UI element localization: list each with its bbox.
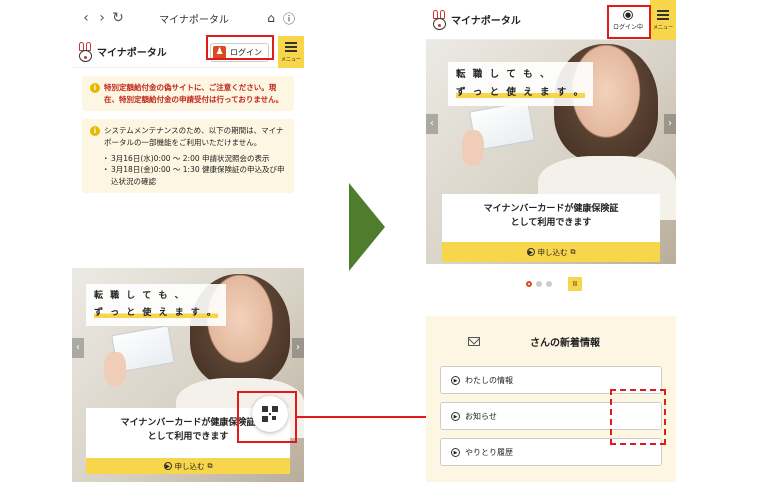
mynaportal-mascot-icon (78, 41, 94, 62)
campaign-banner[interactable]: 転 職 し て も 、 ず っ と 使 え ま す 。 ‹ › マイナンバーカー… (72, 268, 304, 482)
menu-label: メニュー (652, 24, 673, 31)
apply-button[interactable]: ▶ 申し込む ⧉ (442, 242, 660, 262)
news-item-label: わたしの情報 (465, 375, 513, 385)
maintenance-notice: i システムメンテナンスのため、以下の期間は、マイナポータルの一部機能をご利用い… (82, 119, 294, 194)
qr-target-dashed-box (610, 389, 666, 445)
transition-arrow-icon (349, 183, 385, 271)
qr-highlight-box (237, 391, 297, 443)
banner-caption: マイナンバーカードが健康保険証 として利用できます (442, 194, 660, 242)
info-icon[interactable]: ⓘ (280, 10, 298, 27)
apply-button[interactable]: ▶ 申し込む ⧉ (86, 458, 290, 474)
play-circle-icon: ▶ (451, 447, 460, 457)
play-circle-icon: ▶ (451, 375, 460, 385)
news-item-label: やりとり履歴 (465, 447, 513, 457)
carousel-prev-icon[interactable]: ‹ (72, 338, 84, 358)
carousel-next-icon[interactable]: › (292, 338, 304, 358)
external-window-icon: ⧉ (570, 247, 576, 256)
site-logo[interactable]: マイナポータル (432, 9, 521, 30)
menu-label: メニュー (280, 56, 301, 63)
apply-label: 申し込む (174, 461, 205, 471)
login-highlight-box (206, 35, 274, 60)
list-item: 3月16日(水)0:00 〜 2:00 申請状況照会の表示 (102, 153, 288, 165)
apply-label: 申し込む (537, 247, 568, 257)
info-icon: i (90, 83, 100, 93)
home-icon[interactable]: ⌂ (262, 11, 280, 25)
back-icon[interactable]: ‹ (78, 10, 94, 26)
carousel-dot[interactable] (546, 281, 552, 287)
logo-text: マイナポータル (451, 16, 521, 27)
mynaportal-mascot-icon (432, 9, 448, 30)
reload-icon[interactable]: ↻ (110, 10, 126, 26)
fraud-alert-notice: i 特別定額給付金の偽サイトに、ご注意ください。現在、特別定額給付金の申請受付は… (82, 76, 294, 112)
menu-button[interactable]: メニュー (650, 0, 676, 40)
news-title: さんの新着情報 (530, 337, 600, 349)
banner-catchphrase: 転 職 し て も 、 ず っ と 使 え ま す 。 (86, 284, 226, 327)
carousel-pagination: II (526, 277, 582, 291)
menu-button[interactable]: メニュー (278, 36, 304, 68)
browser-title: マイナポータル (159, 14, 229, 26)
info-icon: i (90, 126, 100, 137)
alert-text: 特別定額給付金の偽サイトに、ご注意ください。現在、特別定額給付金の申請受付は行っ… (104, 83, 284, 104)
news-item-label: お知らせ (465, 411, 497, 421)
browser-toolbar: ‹ › ↻ マイナポータル ⌂ ⓘ (72, 0, 304, 36)
list-item: 3月18日(金)0:00 〜 1:30 健康保険証の申込及び申込状況の確認 (102, 164, 288, 187)
logo-text: マイナポータル (97, 48, 167, 59)
carousel-next-icon[interactable]: › (664, 114, 676, 134)
banner-catchphrase: 転 職 し て も 、 ず っ と 使 え ま す 。 (448, 62, 594, 107)
external-window-icon: ⧉ (207, 461, 213, 470)
mail-icon (468, 336, 480, 346)
pause-button[interactable]: II (568, 277, 582, 291)
carousel-dot[interactable] (536, 281, 542, 287)
carousel-dot[interactable] (526, 281, 532, 287)
campaign-banner[interactable]: 転 職 し て も 、 ず っ と 使 え ま す 。 ‹ › マイナンバーカー… (426, 40, 676, 264)
logged-in-highlight-box (607, 5, 651, 39)
maintenance-text: システムメンテナンスのため、以下の期間は、マイナポータルの一部機能をご利用いただ… (104, 126, 284, 147)
play-circle-icon: ▶ (451, 411, 460, 421)
forward-icon[interactable]: › (94, 10, 110, 26)
play-icon: ▶ (163, 462, 172, 470)
news-header: さんの新着情報 (426, 316, 676, 366)
play-icon: ▶ (526, 248, 535, 256)
site-logo[interactable]: マイナポータル (78, 41, 167, 62)
maintenance-list: 3月16日(水)0:00 〜 2:00 申請状況照会の表示 3月18日(金)0:… (102, 153, 288, 188)
carousel-prev-icon[interactable]: ‹ (426, 114, 438, 134)
